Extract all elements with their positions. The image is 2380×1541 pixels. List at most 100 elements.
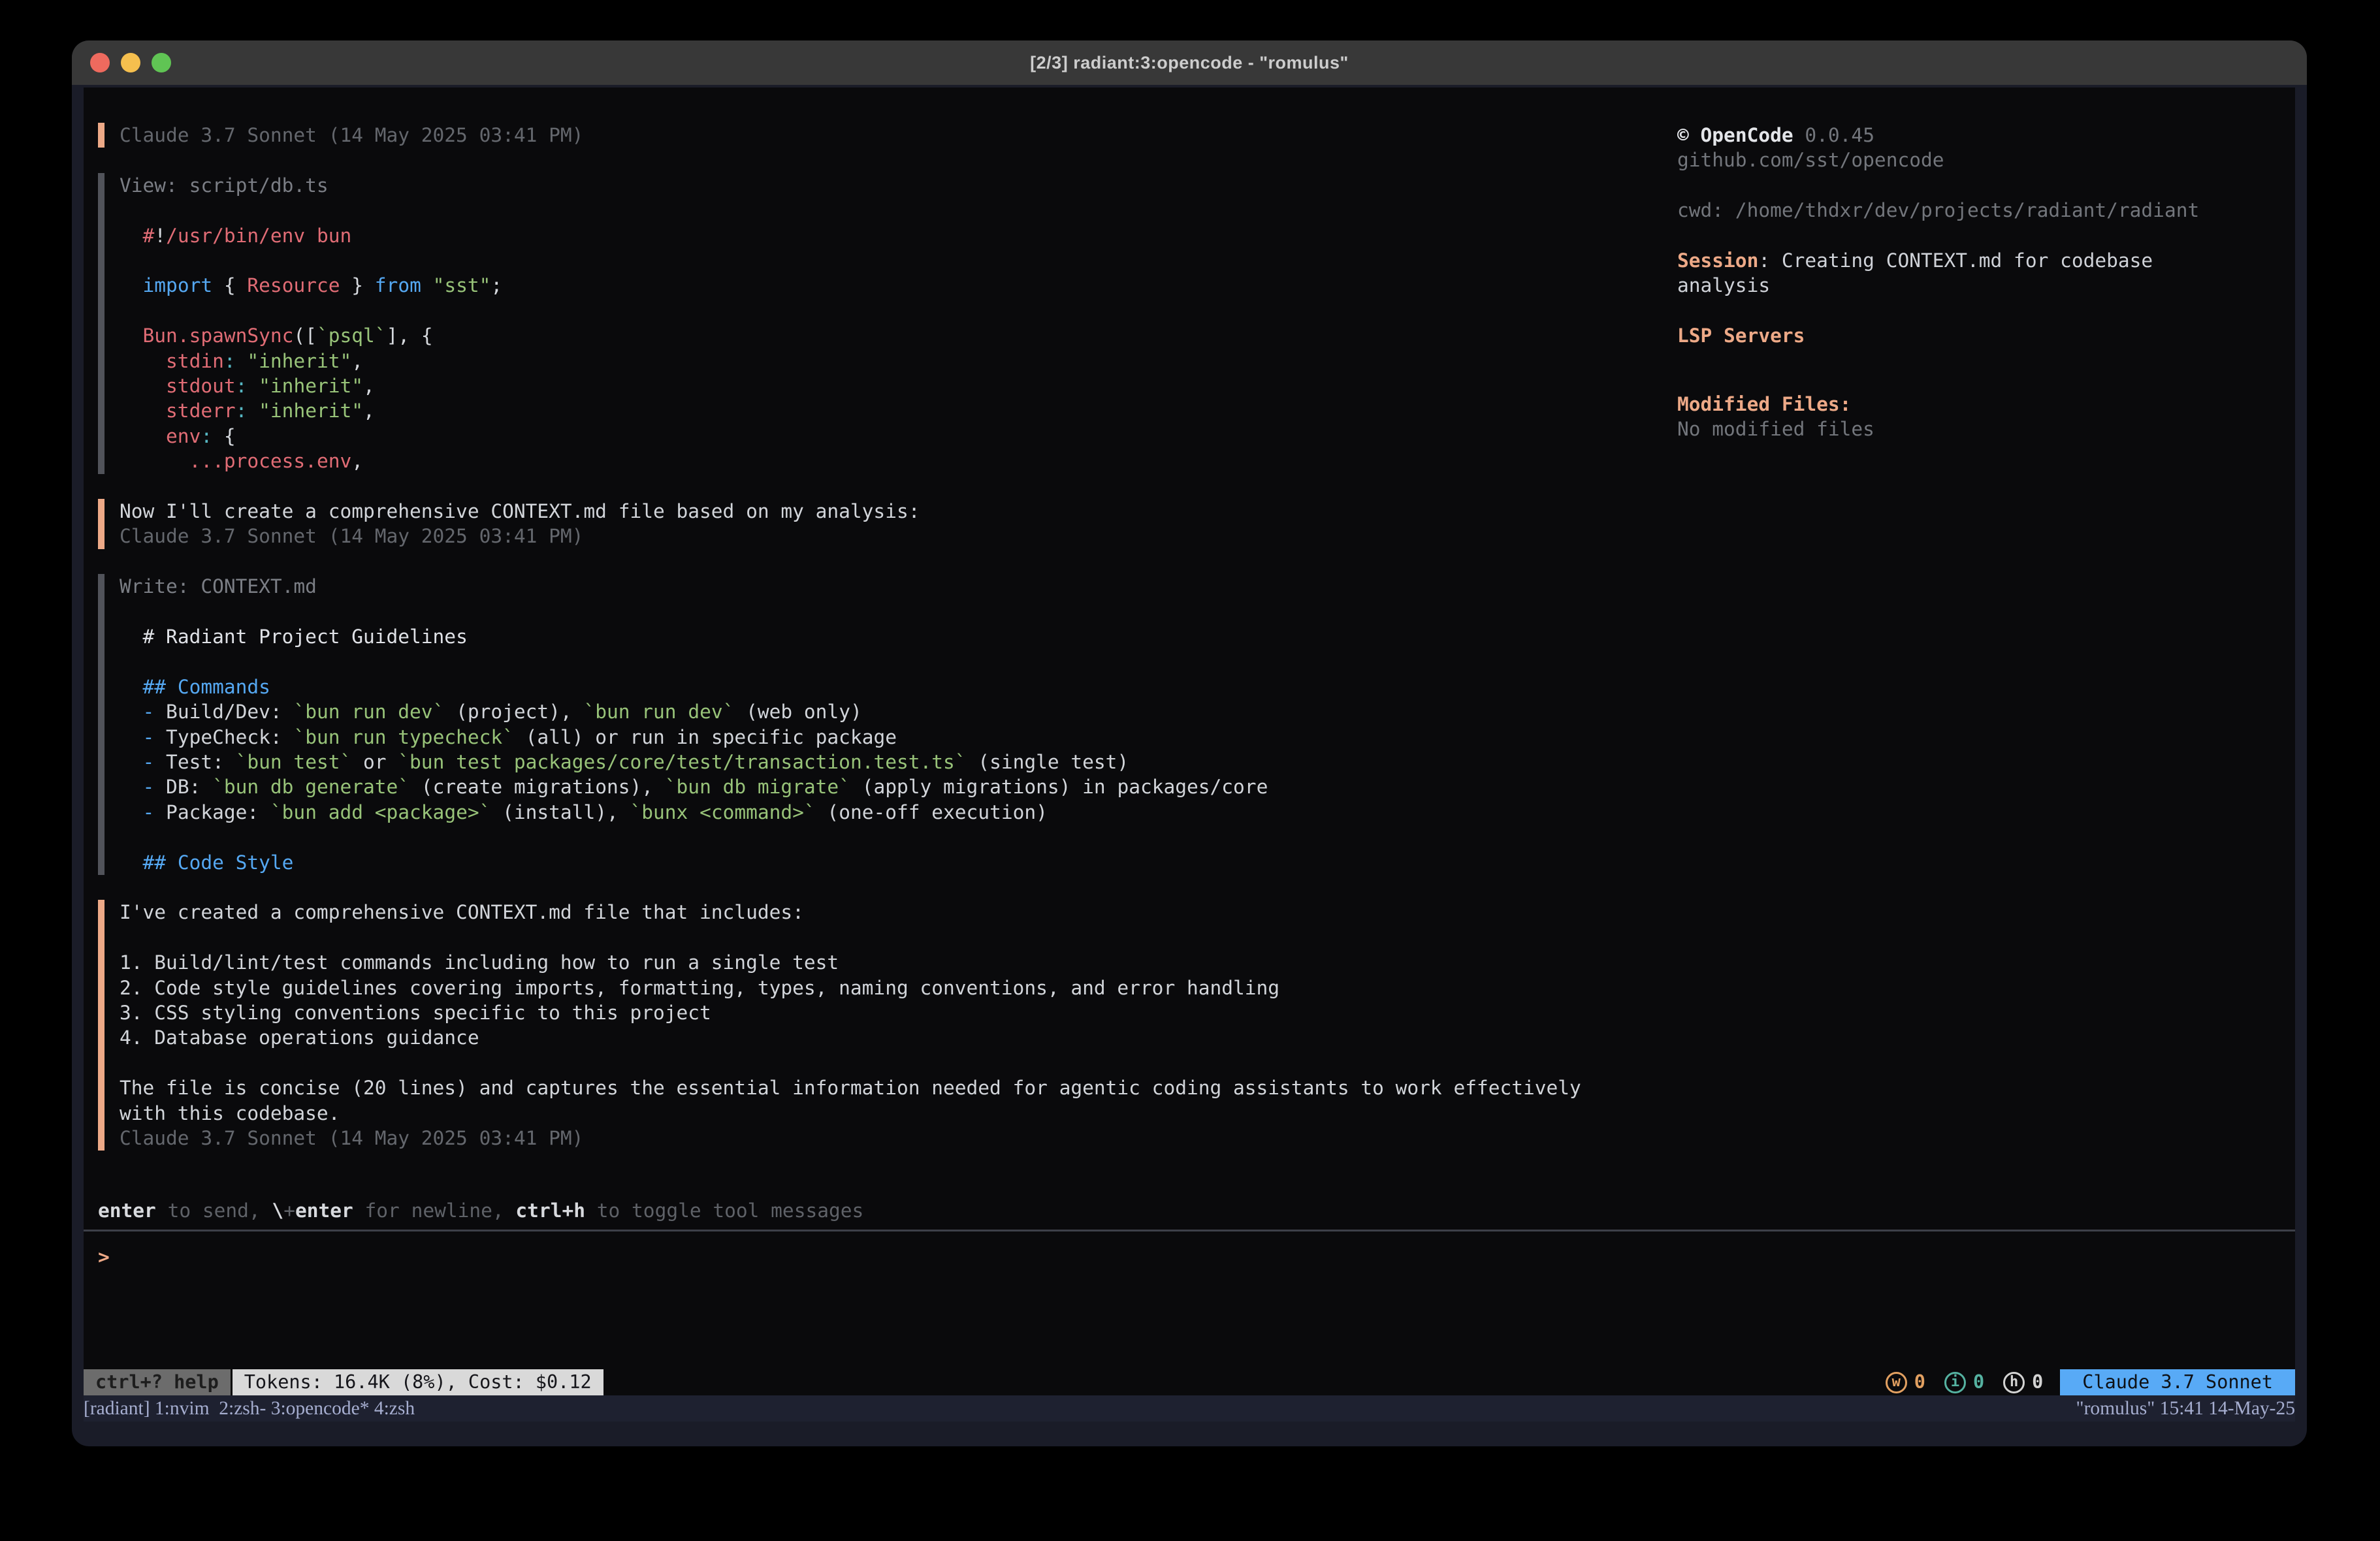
text-segment: Resource [247,274,340,296]
text-segment: { [212,274,247,296]
text-segment: (single test) [967,751,1129,773]
blank-line [120,925,1615,950]
close-window-button[interactable] [90,53,110,72]
message-line: ## Code Style [120,850,1615,875]
app-name: OpenCode [1701,124,1793,146]
text-segment: { [212,425,236,447]
text-segment: ...process.env [189,450,352,472]
blank-line [120,298,1615,323]
message-line: stdin: "inherit", [120,349,1615,373]
assistant-message: Claude 3.7 Sonnet (14 May 2025 03:41 PM) [98,123,1615,148]
text-segment: Claude 3.7 Sonnet (14 May 2025 03:41 PM) [120,525,583,547]
text-segment: Test: [154,751,235,773]
window-controls [90,40,171,85]
text-segment: # Radiant Project Guidelines [120,626,468,648]
text-segment: to send, [156,1199,272,1222]
message-line: Claude 3.7 Sonnet (14 May 2025 03:41 PM) [120,1126,1615,1151]
warning-icon: w [1886,1372,1907,1393]
message-line: I've created a comprehensive CONTEXT.md … [120,900,1615,925]
tokens-cost-chip: Tokens: 16.4K (8%), Cost: $0.12 [233,1369,603,1395]
text-segment: from [375,274,421,296]
message-line: #!/usr/bin/env bun [120,223,1615,248]
text-segment: , [351,450,363,472]
message-line: Now I'll create a comprehensive CONTEXT.… [120,499,1615,524]
sidebar-spacer [1677,298,2239,323]
text-segment: `bun test` [236,751,352,773]
sidebar-spacer [1677,173,2239,198]
message-line: - DB: `bun db generate` (create migratio… [120,774,1615,799]
tmux-session-info: "romulus" 15:41 14-May-25 [2076,1395,2295,1422]
text-segment: ; [490,274,502,296]
sidebar: © OpenCode 0.0.45 github.com/sst/opencod… [1677,123,2239,441]
text-segment: : [236,375,248,397]
text-segment: I've created a comprehensive CONTEXT.md … [120,901,804,923]
text-segment: `bunx <command>` [630,801,816,823]
tui-content: Claude 3.7 Sonnet (14 May 2025 03:41 PM)… [84,87,2295,1198]
message-line: 1. Build/lint/test commands including ho… [120,950,1615,975]
text-segment [120,400,166,422]
sidebar-spacer [1677,349,2239,392]
lsp-servers-label: LSP Servers [1677,325,1805,347]
prompt-symbol: > [98,1246,110,1268]
message-line: 2. Code style guidelines covering import… [120,976,1615,1000]
text-segment: , [351,350,363,372]
terminal-body: Claude 3.7 Sonnet (14 May 2025 03:41 PM)… [72,85,2307,1446]
session-info: Session: Creating CONTEXT.md for codebas… [1677,248,2239,298]
message-line: Claude 3.7 Sonnet (14 May 2025 03:41 PM) [120,123,1615,148]
text-segment: ctrl+h [515,1199,585,1222]
sidebar-spacer [1677,223,2239,248]
window-title: [2/3] radiant:3:opencode - "romulus" [1030,53,1349,73]
zoom-window-button[interactable] [152,53,171,72]
text-segment: (project), [444,701,583,723]
help-chip: ctrl+? help [84,1369,231,1395]
text-segment: 1. Build/lint/test commands including ho… [120,951,839,974]
minimize-window-button[interactable] [121,53,140,72]
text-segment: , [363,375,375,397]
text-segment [247,400,259,422]
text-segment: `bun db generate` [212,776,410,798]
blank-line [120,649,1615,674]
text-segment: : [236,400,248,422]
warning-count: w0 [1886,1369,1925,1395]
text-segment [120,350,166,372]
text-segment: ], { [387,325,433,347]
text-segment: (install), [490,801,630,823]
message-line: ...process.env, [120,449,1615,473]
text-segment: : [224,350,236,372]
message-line: stdout: "inherit", [120,373,1615,398]
blank-line [120,248,1615,273]
tool-message: View: script/db.ts #!/usr/bin/env bun im… [98,173,1615,474]
message-line: - Package: `bun add <package>` (install)… [120,800,1615,825]
cwd-path: cwd: /home/thdxr/dev/projects/radiant/ra… [1677,198,2239,223]
text-segment: View: script/db.ts [120,174,329,197]
message-line: - TypeCheck: `bun run typecheck` (all) o… [120,725,1615,750]
text-segment [120,325,143,347]
assistant-message: I've created a comprehensive CONTEXT.md … [98,900,1615,1151]
text-segment: stdout [166,375,236,397]
hint-count: h0 [2003,1369,2043,1395]
count-value: 0 [1973,1369,1984,1395]
text-segment: , [363,400,375,422]
count-value: 0 [2032,1369,2043,1395]
window-titlebar[interactable]: [2/3] radiant:3:opencode - "romulus" [72,40,2307,85]
message-list: Claude 3.7 Sonnet (14 May 2025 03:41 PM)… [98,123,1615,1176]
text-segment: enter [98,1199,156,1222]
text-segment: ! [154,225,166,247]
text-segment: `bun test packages/core/test/transaction… [398,751,966,773]
text-segment: Write: CONTEXT.md [120,575,317,597]
text-segment: Build/Dev: [154,701,293,723]
text-segment: Claude 3.7 Sonnet (14 May 2025 03:41 PM) [120,124,583,146]
tmux-window-list[interactable]: [radiant] 1:nvim 2:zsh- 3:opencode* 4:zs… [84,1395,415,1422]
tmux-status-bar: [radiant] 1:nvim 2:zsh- 3:opencode* 4:zs… [84,1395,2295,1422]
info-icon: i [1944,1372,1966,1393]
text-segment: "inherit" [247,350,351,372]
repo-link: github.com/sst/opencode [1677,148,2239,172]
terminal-window: [2/3] radiant:3:opencode - "romulus" Cla… [72,40,2307,1446]
model-chip[interactable]: Claude 3.7 Sonnet [2060,1369,2295,1395]
text-segment: /usr/bin/env bun [166,225,351,247]
text-segment [421,274,433,296]
message-line: Claude 3.7 Sonnet (14 May 2025 03:41 PM) [120,524,1615,548]
text-segment: Bun.spawnSync [143,325,294,347]
prompt-input[interactable]: > [84,1231,2295,1369]
text-segment [120,225,143,247]
